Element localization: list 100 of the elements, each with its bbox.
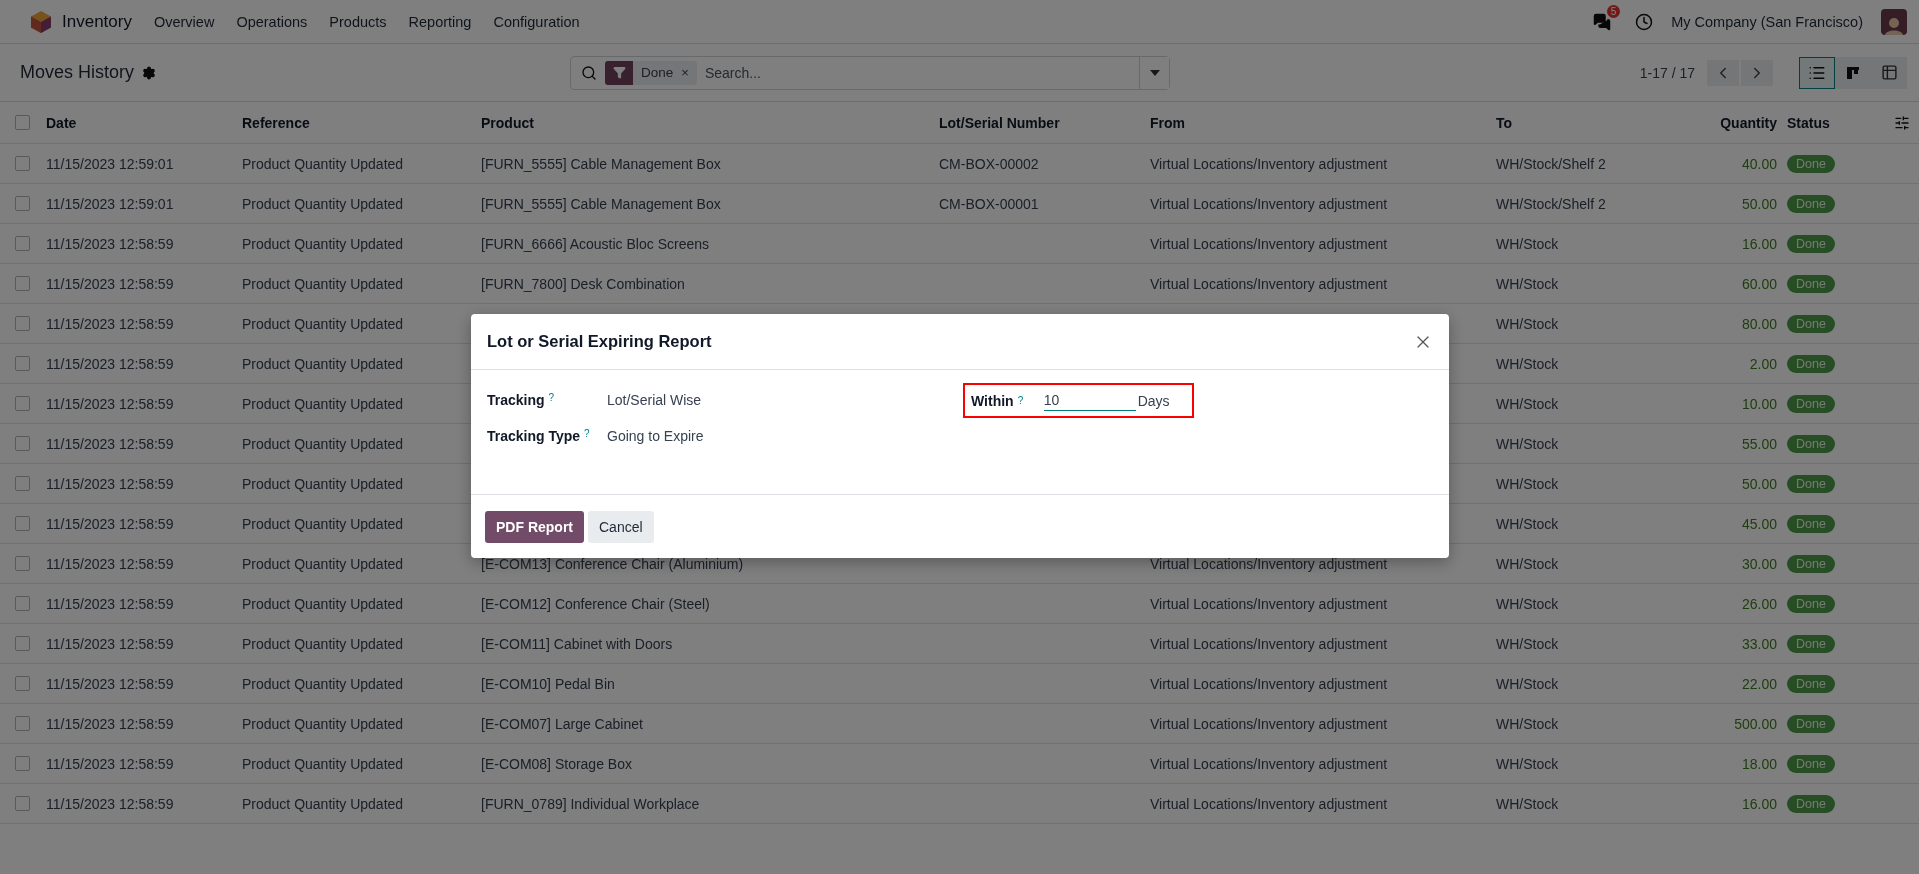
quantity-cell-text: 16.00	[1740, 235, 1777, 252]
row-checkbox[interactable]	[15, 636, 30, 651]
table-cell-text: Product Quantity Updated	[242, 515, 405, 532]
next-button[interactable]	[1741, 59, 1773, 86]
row-checkbox[interactable]	[15, 396, 30, 411]
column-header[interactable]: Status	[1777, 114, 1880, 131]
status-badge: Done	[1787, 354, 1835, 373]
table-cell-text: WH/Stock	[1496, 355, 1560, 372]
table-cell-text: [E-COM10] Pedal Bin	[481, 675, 616, 692]
facet-label: Done	[640, 65, 675, 80]
row-checkbox[interactable]	[15, 316, 30, 331]
row-checkbox[interactable]	[15, 516, 30, 531]
row-checkbox[interactable]	[15, 276, 30, 291]
table-cell-text: 11/15/2023 12:58:59	[46, 555, 175, 572]
status-badge: Done	[1787, 394, 1835, 413]
menu-item[interactable]: Operations	[236, 13, 308, 30]
column-header[interactable]: Date	[46, 114, 242, 131]
quantity-cell-text: 18.00	[1740, 755, 1777, 772]
column-header[interactable]: To	[1496, 114, 1696, 131]
row-checkbox[interactable]	[15, 436, 30, 451]
column-header[interactable]: Product	[481, 114, 939, 131]
table-cell-text: [FURN_7800] Desk Combination	[481, 275, 686, 292]
table-cell-text: Virtual Locations/Inventory adjustment	[1150, 235, 1389, 252]
quantity-cell-text: 26.00	[1740, 595, 1777, 612]
table-cell-text: Virtual Locations/Inventory adjustment	[1150, 755, 1389, 772]
column-header[interactable]: From	[1150, 114, 1496, 131]
settings-icon[interactable]	[142, 65, 157, 80]
table-cell-text: Product Quantity Updated	[242, 275, 405, 292]
report-button[interactable]: PDF Report	[485, 510, 584, 543]
table-cell-text: Product Quantity Updated	[242, 435, 405, 452]
row-checkbox[interactable]	[15, 676, 30, 691]
caret-icon	[1149, 69, 1160, 76]
quantity-cell-text: 10.00	[1740, 395, 1777, 412]
status-badge: Done	[1787, 594, 1835, 613]
page-title: Moves History	[20, 62, 135, 83]
previous-button[interactable]	[1707, 59, 1739, 86]
quantity-cell-text: 80.00	[1740, 315, 1777, 332]
dialog-title: Lot or Serial Expiring Report	[487, 332, 712, 351]
status-badge: Done	[1787, 554, 1835, 573]
pager-value[interactable]: 1-17 / 17	[1639, 64, 1695, 81]
list-view-button[interactable]	[1799, 56, 1835, 89]
quantity-cell-text: 16.00	[1740, 795, 1777, 812]
row-checkbox[interactable]	[15, 556, 30, 571]
cancel-button[interactable]: Cancel	[588, 510, 654, 543]
status-badge: Done	[1787, 194, 1835, 213]
column-header[interactable]: Quantity	[1696, 114, 1777, 131]
quantity-cell-text: 40.00	[1740, 155, 1777, 172]
column-header[interactable]: Lot/Serial Number	[939, 114, 1150, 131]
table-cell-text: WH/Stock/Shelf 2	[1496, 195, 1607, 212]
kanban-view-button[interactable]	[1835, 56, 1871, 89]
row-checkbox[interactable]	[15, 236, 30, 251]
row-checkbox[interactable]	[15, 796, 30, 811]
menu-item[interactable]: Products	[329, 13, 387, 30]
table-view-button[interactable]	[1871, 56, 1907, 89]
clock-icon[interactable]	[1635, 12, 1654, 31]
quantity-cell-text: 60.00	[1740, 275, 1777, 292]
search-field[interactable]: Done × Search...	[570, 55, 1171, 90]
status-badge: Done	[1787, 514, 1835, 533]
menu-item[interactable]: Reporting	[408, 13, 472, 30]
row-checkbox[interactable]	[15, 756, 30, 771]
menu-item[interactable]: Configuration	[493, 13, 580, 30]
table-cell-text: 11/15/2023 12:58:59	[46, 755, 175, 772]
quantity-cell-text: 33.00	[1740, 635, 1777, 652]
row-checkbox[interactable]	[15, 596, 30, 611]
row-checkbox[interactable]	[15, 196, 30, 211]
field-label: Tracking	[487, 392, 545, 408]
row-checkbox[interactable]	[15, 156, 30, 171]
chat-icon[interactable]	[1593, 12, 1612, 31]
table-cell-text: 11/15/2023 12:58:59	[46, 315, 175, 332]
table-cell-text: WH/Stock	[1496, 315, 1560, 332]
row-checkbox[interactable]	[15, 476, 30, 491]
table-cell-text: WH/Stock	[1496, 795, 1560, 812]
table-cell-text: Virtual Locations/Inventory adjustment	[1150, 195, 1389, 212]
help-mark[interactable]: ?	[548, 392, 565, 403]
help-mark[interactable]: ?	[584, 428, 601, 439]
quantity-cell-text: 50.00	[1740, 475, 1777, 492]
table-cell-text: [FURN_5555] Cable Management Box	[481, 155, 722, 172]
row-checkbox[interactable]	[15, 356, 30, 371]
menu-item[interactable]: Overview	[153, 13, 215, 30]
table-cell-text: 11/15/2023 12:58:59	[46, 355, 175, 372]
table-cell-text: Product Quantity Updated	[242, 195, 405, 212]
remove-facet-button[interactable]: ×	[681, 65, 697, 80]
help-mark[interactable]: ?	[1017, 395, 1034, 406]
user-avatar[interactable]	[1881, 8, 1907, 35]
status-badge: Done	[1787, 154, 1835, 173]
dropdown-toggle[interactable]	[1139, 56, 1170, 89]
table-cell-text: 11/15/2023 12:58:59	[46, 715, 175, 732]
status-badge: Done	[1787, 714, 1835, 733]
table-cell-text: [FURN_0789] Individual Workplace	[481, 795, 701, 812]
company-name[interactable]: My Company (San Francisco)	[1671, 13, 1863, 30]
filter-facet[interactable]: Done ×	[605, 60, 697, 85]
row-checkbox[interactable]	[15, 115, 30, 130]
table-cell-text: 11/15/2023 12:58:59	[46, 475, 175, 492]
app-name[interactable]: Inventory	[62, 11, 132, 32]
field-label: Within	[971, 392, 1014, 409]
table-cell-text: WH/Stock	[1496, 275, 1560, 292]
table-cell-text: [FURN_5555] Cable Management Box	[481, 195, 722, 212]
row-checkbox[interactable]	[15, 716, 30, 731]
column-options-icon[interactable]	[1894, 114, 1910, 131]
column-header[interactable]: Reference	[242, 114, 481, 131]
